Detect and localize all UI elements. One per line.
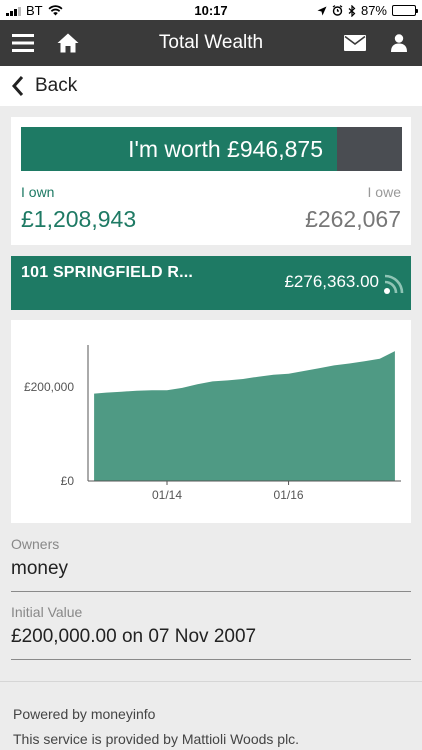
- own-label: I own: [21, 184, 55, 200]
- status-bar: BT 10:17 87%: [0, 0, 422, 20]
- battery-icon: [392, 5, 418, 16]
- value-chart: £200,000 £0 01/14 01/16: [11, 320, 411, 523]
- mail-icon[interactable]: [342, 30, 368, 56]
- alarm-icon: [332, 5, 343, 16]
- net-worth-text: I'm worth £946,875: [128, 136, 323, 162]
- rss-icon: [384, 274, 404, 294]
- wealth-summary-card: I'm worth £946,875 I own I owe £1,208,94…: [11, 117, 411, 245]
- y-tick-label: £0: [61, 474, 75, 488]
- y-tick-label: £200,000: [24, 380, 74, 394]
- initial-value-divider: [11, 659, 411, 660]
- owners-divider: [11, 591, 411, 592]
- location-icon: [317, 6, 327, 15]
- powered-by-text: Powered by moneyinfo: [13, 706, 156, 722]
- chevron-left-icon: [11, 76, 24, 96]
- own-value: £1,208,943: [21, 206, 137, 232]
- property-name: 101 SPRINGFIELD R...: [21, 264, 194, 281]
- nav-bar: Total Wealth: [0, 20, 422, 66]
- status-right: 87%: [317, 3, 418, 18]
- value-chart-svg: £200,000 £0 01/14 01/16: [24, 345, 401, 502]
- x-tick-label: 01/14: [152, 488, 182, 502]
- owe-label: I owe: [367, 184, 401, 200]
- property-amount: £276,363.00: [284, 272, 379, 291]
- initial-value-value: £200,000.00 on 07 Nov 2007: [11, 626, 257, 647]
- x-tick-label: 01/16: [274, 488, 304, 502]
- net-worth-bar: I'm worth £946,875: [21, 127, 402, 171]
- user-icon[interactable]: [386, 30, 412, 56]
- back-label: Back: [35, 75, 78, 96]
- value-area: [94, 351, 395, 481]
- service-provider-text: This service is provided by Mattioli Woo…: [13, 731, 300, 747]
- battery-percent: 87%: [360, 3, 387, 18]
- owners-label: Owners: [11, 536, 60, 552]
- property-row[interactable]: 101 SPRINGFIELD R... £276,363.00: [11, 256, 411, 310]
- owners-value: money: [11, 558, 69, 579]
- back-button[interactable]: Back: [0, 66, 422, 106]
- initial-value-label: Initial Value: [11, 604, 83, 620]
- owe-value: £262,067: [305, 206, 401, 232]
- footer-divider: [0, 681, 422, 682]
- bluetooth-icon: [348, 4, 356, 17]
